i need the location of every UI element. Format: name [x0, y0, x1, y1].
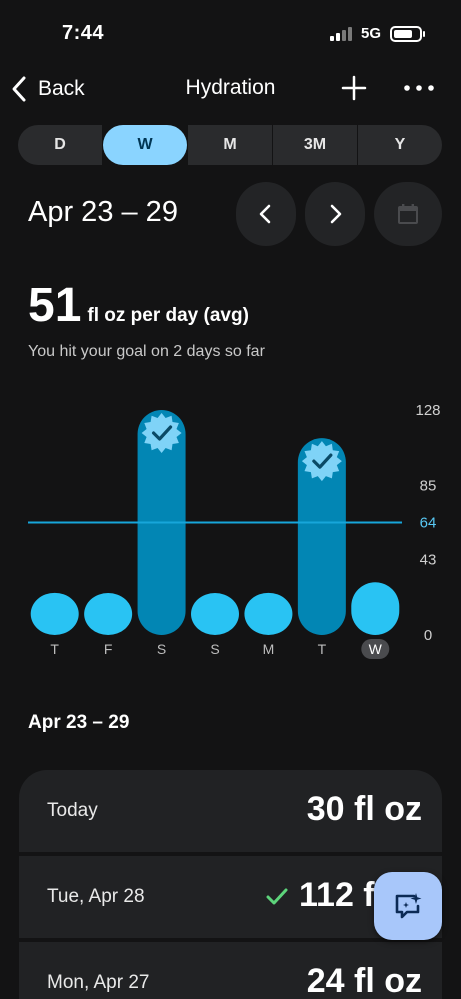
check-icon	[266, 888, 288, 905]
chart-bar	[351, 582, 400, 635]
average-unit: fl oz per day (avg)	[87, 305, 249, 326]
goal-status-text: You hit your goal on 2 days so far	[28, 343, 265, 360]
x-tick-label: S	[157, 641, 166, 657]
goal-tick-label: 64	[420, 515, 437, 532]
y-tick-label: 128	[415, 402, 440, 419]
x-tick-label: W	[369, 641, 383, 657]
chevron-left-icon	[259, 204, 271, 224]
row-date: Tue, Apr 28	[47, 886, 145, 907]
row-date: Mon, Apr 27	[47, 972, 150, 993]
date-range: Apr 23 – 29	[28, 196, 178, 228]
x-tick-label: T	[50, 641, 59, 657]
range-tabs: D W M 3M Y	[18, 125, 443, 165]
chart-canvas: 0 43 64 85 128 T F S S M T W	[28, 402, 441, 659]
ai-chat-sparkle-icon	[395, 893, 422, 919]
chart-bar	[191, 593, 239, 635]
network-type: 5G	[361, 25, 382, 42]
previous-week-button[interactable]	[236, 182, 296, 246]
x-tick-label: F	[104, 641, 113, 657]
battery-icon	[390, 26, 425, 42]
tab-year[interactable]: Y	[358, 125, 442, 165]
ai-assistant-button[interactable]	[374, 872, 442, 940]
next-week-button[interactable]	[305, 182, 365, 246]
status-time: 7:44	[62, 22, 105, 44]
more-horiz-icon[interactable]	[402, 74, 436, 102]
x-tick-label: T	[318, 641, 327, 657]
chart-bar	[84, 593, 133, 635]
daily-average-summary: 51 fl oz per day (avg)	[28, 278, 249, 333]
page-title: Hydration	[185, 76, 276, 99]
x-tick-label: S	[210, 641, 219, 657]
average-value: 51	[28, 279, 82, 332]
row-amount: 30 fl oz	[306, 790, 422, 828]
nav-bar: Back Hydration	[0, 66, 461, 112]
y-tick-label: 43	[420, 551, 437, 568]
status-bar: 7:44 5G	[0, 0, 461, 60]
row-amount: 24 fl oz	[306, 962, 422, 999]
signal-icon	[330, 27, 354, 41]
chevron-right-icon	[330, 204, 342, 224]
row-date: Today	[47, 800, 98, 821]
chart-bar	[244, 592, 293, 635]
tab-day[interactable]: D	[18, 125, 102, 165]
chart-bar	[30, 592, 79, 635]
tab-3-months[interactable]: 3M	[273, 125, 357, 165]
tab-month[interactable]: M	[188, 125, 272, 165]
hydration-bar-chart: 0 43 64 85 128 T F S S M T W	[0, 395, 461, 670]
calendar-button[interactable]	[374, 182, 442, 246]
tab-week[interactable]: W	[103, 125, 187, 165]
calendar-icon	[398, 204, 418, 224]
hydration-screen: 7:44 5G Back Hydration D W M 3M Y Apr 23…	[0, 0, 461, 999]
y-tick-label: 85	[420, 478, 437, 495]
list-heading: Apr 23 – 29	[28, 712, 130, 733]
list-item-today[interactable]: Today 30 fl oz	[19, 770, 442, 852]
list-item-mon-apr-27[interactable]: Mon, Apr 27 24 fl oz	[19, 942, 442, 999]
x-tick-label: M	[263, 641, 275, 657]
plus-icon[interactable]	[340, 74, 368, 102]
y-tick-label: 0	[424, 627, 432, 644]
